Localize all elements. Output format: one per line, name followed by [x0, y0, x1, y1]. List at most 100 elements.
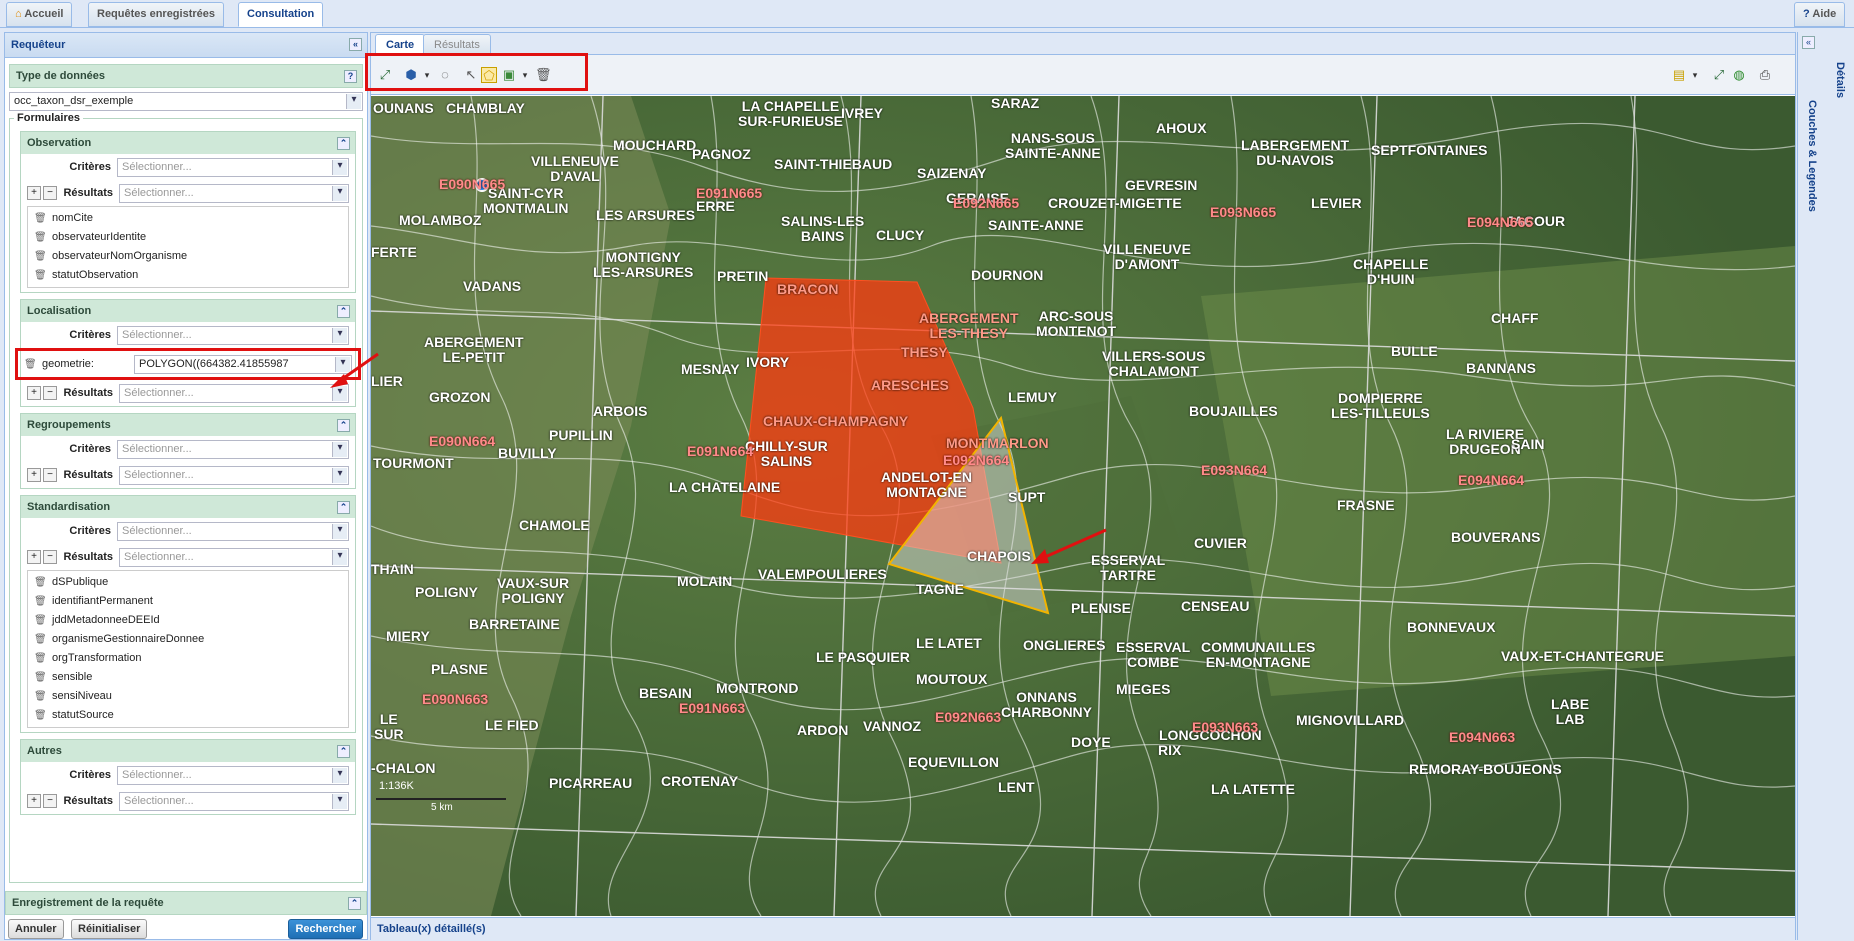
list-item[interactable]: dSPublique [34, 573, 342, 592]
tab-saved-queries[interactable]: Requêtes enregistrées [88, 2, 224, 27]
place-label: LENT [998, 779, 1035, 795]
geometry-label: geometrie: [24, 355, 134, 374]
criteria-select[interactable]: Sélectionner... [117, 439, 349, 459]
map-canvas[interactable]: OUNANS CHAMBLAY LA CHAPELLE SUR-FURIEUSE IV… [371, 96, 1795, 916]
tab-consultation[interactable]: Consultation [238, 2, 324, 27]
results-select[interactable]: Sélectionner... [119, 547, 349, 567]
collapse-icon[interactable]: ⌃ [337, 501, 350, 514]
place-label: LABE LAB [1551, 696, 1590, 727]
polygon-place-label: THESY [901, 344, 948, 360]
add-icon[interactable]: + [27, 186, 41, 200]
place-label: CHAFF [1491, 310, 1539, 326]
place-label: TAGNE [916, 581, 964, 597]
globe-icon[interactable]: ◍ [1731, 67, 1747, 83]
list-item[interactable]: organismeGestionnaireDonnee [34, 630, 342, 649]
results-select[interactable]: Sélectionner... [119, 383, 349, 403]
collapse-icon[interactable]: ⌃ [337, 137, 350, 150]
list-item[interactable]: sensible [34, 668, 342, 687]
collapse-left-icon[interactable]: « [349, 38, 362, 51]
results-select[interactable]: Sélectionner... [119, 791, 349, 811]
list-item[interactable]: nomCite [34, 209, 342, 228]
add-icon[interactable]: + [27, 550, 41, 564]
place-label: -CHALON [371, 760, 436, 776]
modify-feature-icon[interactable]: ▣ [501, 67, 517, 83]
list-item[interactable]: statutObservation [34, 266, 342, 285]
home-icon: ⌂ [15, 8, 22, 20]
remove-icon[interactable]: − [43, 468, 57, 482]
cancel-button[interactable]: Annuler [8, 919, 64, 939]
chevron-down-icon[interactable]: ▾ [1687, 67, 1703, 83]
remove-icon[interactable]: − [43, 186, 57, 200]
remove-icon[interactable]: − [43, 794, 57, 808]
results-row: + − Résultats Sélectionner... [21, 180, 355, 206]
draw-circle-icon[interactable]: ◌ [437, 67, 453, 83]
list-item[interactable]: observateurIdentite [34, 228, 342, 247]
chevron-down-icon[interactable]: ▾ [419, 67, 435, 83]
chevron-down-icon[interactable]: ▾ [517, 67, 533, 83]
detail-tables-bar[interactable]: Tableau(x) détaillé(s) [371, 917, 1795, 941]
place-label: MONTIGNY LES-ARSURES [593, 249, 694, 280]
place-label: MIGNOVILLARD [1296, 712, 1405, 728]
add-icon[interactable]: + [27, 794, 41, 808]
place-label: CLUCY [876, 227, 925, 243]
remove-icon[interactable]: − [43, 386, 57, 400]
list-item[interactable]: observateurNomOrganisme [34, 247, 342, 266]
list-item[interactable]: statutSource [34, 706, 342, 725]
results-select[interactable]: Sélectionner... [119, 465, 349, 485]
print-icon[interactable]: ⎙ [1757, 67, 1773, 83]
place-label: SAIZENAY [917, 165, 987, 181]
place-label: VILLERS-SOUS CHALAMONT [1102, 348, 1206, 379]
place-label: ABERGEMENT LE-PETIT [424, 334, 524, 365]
search-button[interactable]: Rechercher [288, 919, 363, 939]
place-label: GROZON [429, 389, 491, 405]
select-cursor-icon[interactable]: ↖ [463, 67, 479, 83]
trash-icon[interactable]: 🗑 [535, 67, 552, 83]
place-label: LA CHAPELLE SUR-FURIEUSE [738, 98, 844, 129]
list-item[interactable]: jddMetadonneeDEEId [34, 611, 342, 630]
place-label: IVORY [746, 354, 790, 370]
grid-cell-label: E092N664 [943, 452, 1010, 468]
criteria-select[interactable]: Sélectionner... [117, 521, 349, 541]
layers-legend-tab[interactable]: Couches & Legendes [1806, 100, 1818, 212]
results-row: + − Résultats Sélectionner... [21, 462, 355, 488]
help-button[interactable]: ? Aide [1794, 2, 1846, 27]
add-icon[interactable]: + [27, 468, 41, 482]
annotation-arrow-left [330, 352, 379, 388]
collapse-icon[interactable]: ⌃ [337, 745, 350, 758]
localisation-title: Localisation ⌃ [21, 300, 355, 322]
zoom-extent-icon[interactable]: ⤢ [377, 67, 393, 83]
place-label: SALINS-LES BAINS [781, 213, 865, 244]
list-item[interactable]: orgTransformation [34, 649, 342, 668]
grid-cell-label: E093N665 [1210, 204, 1277, 220]
results-select[interactable]: Sélectionner... [119, 183, 349, 203]
list-item[interactable]: identifiantPermanent [34, 592, 342, 611]
place-label: SEPTFONTAINES [1371, 142, 1488, 158]
datatype-select[interactable]: occ_taxon_dsr_exemple [9, 91, 363, 111]
help-icon[interactable]: ? [344, 70, 357, 83]
list-item[interactable]: sensiNiveau [34, 687, 342, 706]
collapse-icon[interactable]: ⌃ [348, 897, 361, 910]
place-label: LA LATETTE [1211, 781, 1295, 797]
layer-tool-icon[interactable]: ⬢ [403, 67, 419, 83]
results-row: + − Résultats Sélectionner... [21, 788, 355, 814]
place-label: ARBOIS [593, 403, 648, 419]
collapse-icon[interactable]: ⌃ [337, 419, 350, 432]
collapse-right-icon[interactable]: « [1802, 36, 1815, 49]
map-export-icon[interactable]: ▤ [1671, 67, 1687, 83]
criteria-select[interactable]: Sélectionner... [117, 765, 349, 785]
reset-button[interactable]: Réinitialiser [71, 919, 148, 939]
criteria-select[interactable]: Sélectionner... [117, 157, 349, 177]
full-extent-icon[interactable]: ⤢ [1711, 67, 1727, 83]
criteria-select[interactable]: Sélectionner... [117, 325, 349, 345]
add-icon[interactable]: + [27, 386, 41, 400]
details-tab[interactable]: Détails [1834, 62, 1846, 98]
place-label: VADANS [463, 278, 522, 294]
place-label: MOUCHARD [613, 137, 697, 153]
tab-home[interactable]: ⌂ Accueil [6, 2, 73, 27]
collapse-icon[interactable]: ⌃ [337, 305, 350, 318]
remove-icon[interactable]: − [43, 550, 57, 564]
place-label: PICARREAU [549, 775, 633, 791]
place-label: AHOUX [1156, 120, 1207, 136]
draw-polygon-icon[interactable]: ⬠ [481, 67, 497, 83]
place-label: CHAPOIS [967, 548, 1031, 564]
